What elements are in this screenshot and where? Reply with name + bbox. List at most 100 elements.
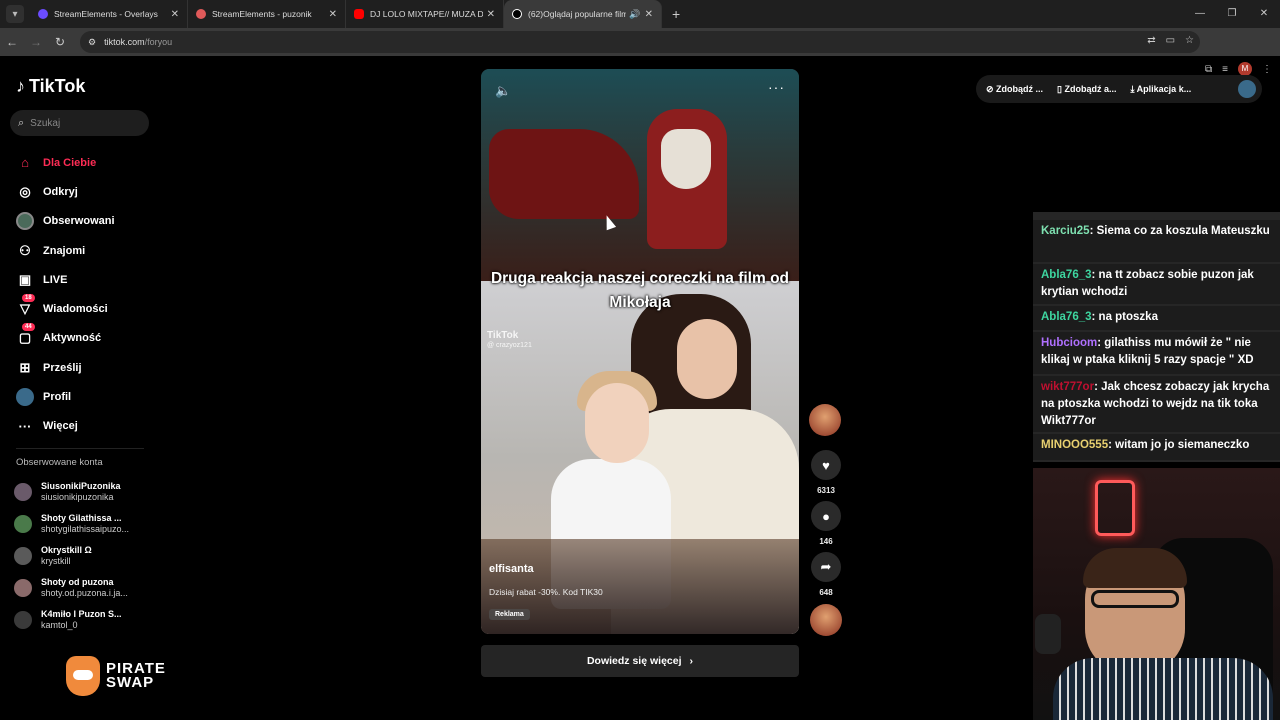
heart-icon[interactable]: ♥ [811,450,841,480]
nav-item-activity[interactable]: ▢ 44 Aktywność [16,323,115,353]
like-action[interactable]: ♥ 6313 [809,450,843,495]
get-app-label: Zdobądź a... [1064,83,1117,94]
share-action[interactable]: ➦ 648 [809,552,843,597]
restore-icon[interactable]: ❐ [1216,0,1248,28]
comment-action[interactable]: ● 146 [809,501,843,546]
browser-tab[interactable]: DJ LOLO MIXTAPE// MUZA DO ✕ [346,0,504,28]
volume-icon[interactable]: 🔈 [495,83,511,99]
watermark-text: TikTok [487,330,519,341]
video-author[interactable]: elfisanta [489,563,534,575]
more-options-icon[interactable]: ··· [768,79,785,95]
chat-message: Hubcioom: gilathiss mu mówił że " nie kl… [1033,332,1280,374]
cast-icon[interactable]: ▭ [1166,35,1175,46]
tiktok-logo[interactable]: ♪ TikTok [16,76,85,97]
activity-badge: 44 [22,323,35,332]
sidebar-divider [16,448,144,449]
search-icon: ⌕ [18,116,25,129]
new-tab-icon[interactable]: + [672,6,680,22]
video-player[interactable]: Druga reakcja naszej coreczki na film od… [481,69,799,634]
learn-more-button[interactable]: Dowiedz się więcej › [481,645,799,677]
streamer-shirt-shape [1053,658,1273,720]
followed-account[interactable]: SiusonikiPuzonika siusionikipuzonika [14,476,129,508]
address-bar-icons: ⇄ ▭ ☆ [1147,35,1194,46]
close-window-icon[interactable]: ✕ [1248,0,1280,28]
tab-title: (62)Oglądaj popularne filmy [528,9,627,19]
chat-message: MINOOO555: witam jo jo siemaneczko [1033,434,1280,460]
nav-item-more[interactable]: ··· Więcej [16,412,115,441]
desktop-app-label: Aplikacja k... [1136,83,1192,94]
browser-tab[interactable]: StreamElements - puzonik ✕ [188,0,346,28]
site-info-icon[interactable]: ⚙ [88,37,96,48]
messages-icon: ▽ 18 [16,294,35,318]
user-avatar[interactable] [1238,80,1256,98]
bookmark-star-icon[interactable]: ☆ [1185,35,1194,46]
following-accounts-list: SiusonikiPuzonika siusionikipuzonika Shot… [14,476,129,636]
followed-account[interactable]: Shoty Gilathissa ... shotygilathissaipuzo… [14,508,129,540]
video-caption: Druga reakcja naszej coreczki na film od… [490,270,790,311]
pirate-swap-logo: PIRATE SWAP [66,656,186,696]
nav-label: Obserwowani [43,215,115,228]
close-icon[interactable]: ✕ [171,9,179,20]
get-coins-label: Zdobądź ... [996,83,1044,94]
profile-icon [16,388,34,407]
chat-text: : Siema co za koszula Mateuszku [1089,225,1270,237]
get-coins-button[interactable]: ⊘ Zdobądź ... [986,84,1043,95]
neon-sign-shape [1095,480,1135,536]
desktop-app-button[interactable]: ⤓ Aplikacja k... [1131,84,1192,95]
nav-item-live[interactable]: ▣ LIVE [16,265,115,294]
browser-right-icons: ⧉ ≡ M ⋮ [1205,62,1272,76]
profile-avatar[interactable]: M [1238,62,1252,76]
followed-account[interactable]: Okrystkill Ωkrystkill [14,540,129,572]
nav-item-for-you[interactable]: ⌂ Dla Ciebie [16,148,115,177]
account-avatar [14,611,32,629]
nav-label: LIVE [43,273,68,286]
browser-tab-active[interactable]: (62)Oglądaj popularne filmy 🔊 ✕ [504,0,662,28]
chat-message: Abla76_3: na ptoszka [1033,306,1280,330]
nav-item-following[interactable]: Obserwowani [16,207,115,236]
followed-account[interactable]: Shoty od puzona shoty.od.puzona.i.ja... [14,572,129,604]
close-icon[interactable]: ✕ [329,9,337,20]
chevron-right-icon: › [689,655,694,667]
forward-icon[interactable]: → [24,35,48,49]
nav-item-explore[interactable]: ◎ Odkryj [16,177,115,206]
extensions-icon[interactable]: ⧉ [1205,64,1212,75]
sound-disc-avatar[interactable] [810,604,842,636]
browser-tab[interactable]: StreamElements - Overlays ✕ [30,0,188,28]
browser-toolbar: ← → ↻ ⚙ tiktok.com/foryou ⇄ ▭ ☆ ⧉ ≡ M ⋮ [0,28,1280,76]
minimize-icon[interactable]: — [1184,0,1216,28]
nav-item-friends[interactable]: ⚇ Znajomi [16,236,115,265]
comment-icon[interactable]: ● [811,501,841,531]
nav-item-messages[interactable]: ▽ 18 Wiadomości [16,294,115,323]
tab-title: StreamElements - Overlays [54,9,158,19]
address-bar[interactable]: ⚙ tiktok.com/foryou [80,31,1200,53]
account-name: Okrystkill Ω [41,545,92,555]
nav-item-upload[interactable]: ⊞ Prześlij [16,353,115,382]
tab-search-button[interactable]: ▾ [6,5,24,23]
url-path: /foryou [144,37,173,47]
video-actions: ♥ 6313 ● 146 ➦ 648 [809,404,843,603]
nav-item-profile[interactable]: Profil [16,382,115,411]
menu-kebab-icon[interactable]: ⋮ [1262,64,1272,75]
translate-icon[interactable]: ⇄ [1147,35,1155,46]
chat-username: wikt777or [1041,381,1095,393]
audio-playing-icon[interactable]: 🔊 [629,9,640,20]
search-input[interactable]: ⌕ Szukaj [10,110,149,136]
account-handle: krystkill [41,556,71,566]
close-icon[interactable]: ✕ [645,9,653,20]
share-icon[interactable]: ➦ [811,552,841,582]
activity-icon: ▢ 44 [16,323,35,347]
reload-icon[interactable]: ↻ [48,35,72,49]
youtube-favicon-icon [354,9,364,19]
more-icon: ··· [18,418,32,434]
main-nav: ⌂ Dla Ciebie ◎ Odkryj Obserwowani ⚇ Znaj… [16,148,115,441]
streamelements-favicon-icon [38,9,48,19]
streamer-webcam [1033,468,1280,720]
tiktok-favicon-icon [512,9,522,19]
media-icon[interactable]: ≡ [1222,64,1228,75]
back-icon[interactable]: ← [0,35,24,49]
followed-account[interactable]: K4miło I Puzon S... kamtol_0 [14,604,129,636]
compass-icon: ◎ [19,183,31,199]
creator-avatar[interactable] [809,404,841,436]
get-app-button[interactable]: ▯ Zdobądź a... [1057,84,1116,95]
close-icon[interactable]: ✕ [487,9,495,20]
